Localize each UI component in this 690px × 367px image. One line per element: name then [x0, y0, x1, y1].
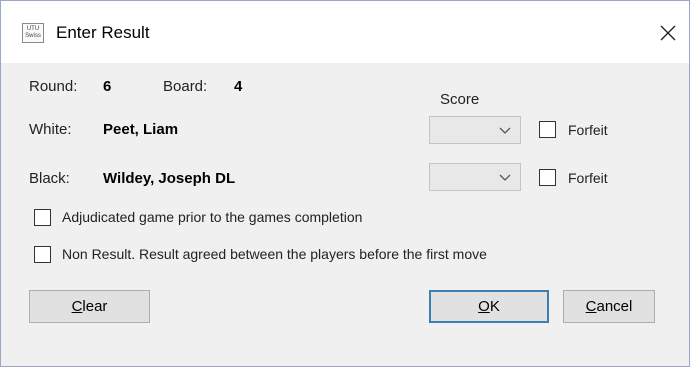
clear-button[interactable]: Clear [29, 290, 150, 323]
white-player-name: Peet, Liam [103, 121, 179, 138]
board-label: Board: [163, 78, 208, 95]
enter-result-dialog: UTU Swiss Enter Result Round: 6 Board: 4… [0, 0, 690, 367]
cancel-button[interactable]: Cancel [563, 290, 655, 323]
black-player-name: Wildey, Joseph DL [103, 170, 236, 187]
adjudicated-label: Adjudicated game prior to the games comp… [62, 209, 363, 225]
close-button[interactable] [653, 18, 683, 48]
chevron-down-icon [499, 127, 511, 134]
clear-mnemonic: C [71, 298, 83, 315]
white-forfeit-checkbox[interactable] [539, 121, 556, 138]
score-header: Score [440, 91, 480, 108]
non-result-checkbox[interactable] [34, 246, 51, 263]
white-score-select[interactable] [429, 116, 521, 144]
black-label: Black: [29, 170, 70, 187]
black-forfeit-label: Forfeit [568, 170, 608, 186]
title-bar: UTU Swiss Enter Result [1, 1, 689, 63]
ok-button[interactable]: OK [429, 290, 549, 323]
round-label: Round: [29, 78, 78, 95]
close-icon [660, 25, 676, 41]
adjudicated-checkbox[interactable] [34, 209, 51, 226]
white-forfeit-label: Forfeit [568, 122, 608, 138]
app-icon: UTU Swiss [22, 23, 44, 43]
round-value: 6 [103, 78, 112, 95]
board-value: 4 [234, 78, 243, 95]
app-icon-text-bottom: Swiss [25, 33, 41, 39]
non-result-label: Non Result. Result agreed between the pl… [62, 246, 487, 262]
cancel-label-rest: ancel [596, 298, 633, 315]
chevron-down-icon [499, 174, 511, 181]
black-forfeit-checkbox[interactable] [539, 169, 556, 186]
clear-label-rest: lear [82, 298, 108, 315]
cancel-mnemonic: C [585, 298, 597, 315]
ok-mnemonic: O [478, 298, 490, 315]
ok-label-rest: K [489, 298, 500, 315]
white-label: White: [29, 121, 72, 138]
black-score-select[interactable] [429, 163, 521, 191]
app-icon-text-top: UTU [26, 26, 40, 32]
window-title: Enter Result [56, 23, 150, 42]
